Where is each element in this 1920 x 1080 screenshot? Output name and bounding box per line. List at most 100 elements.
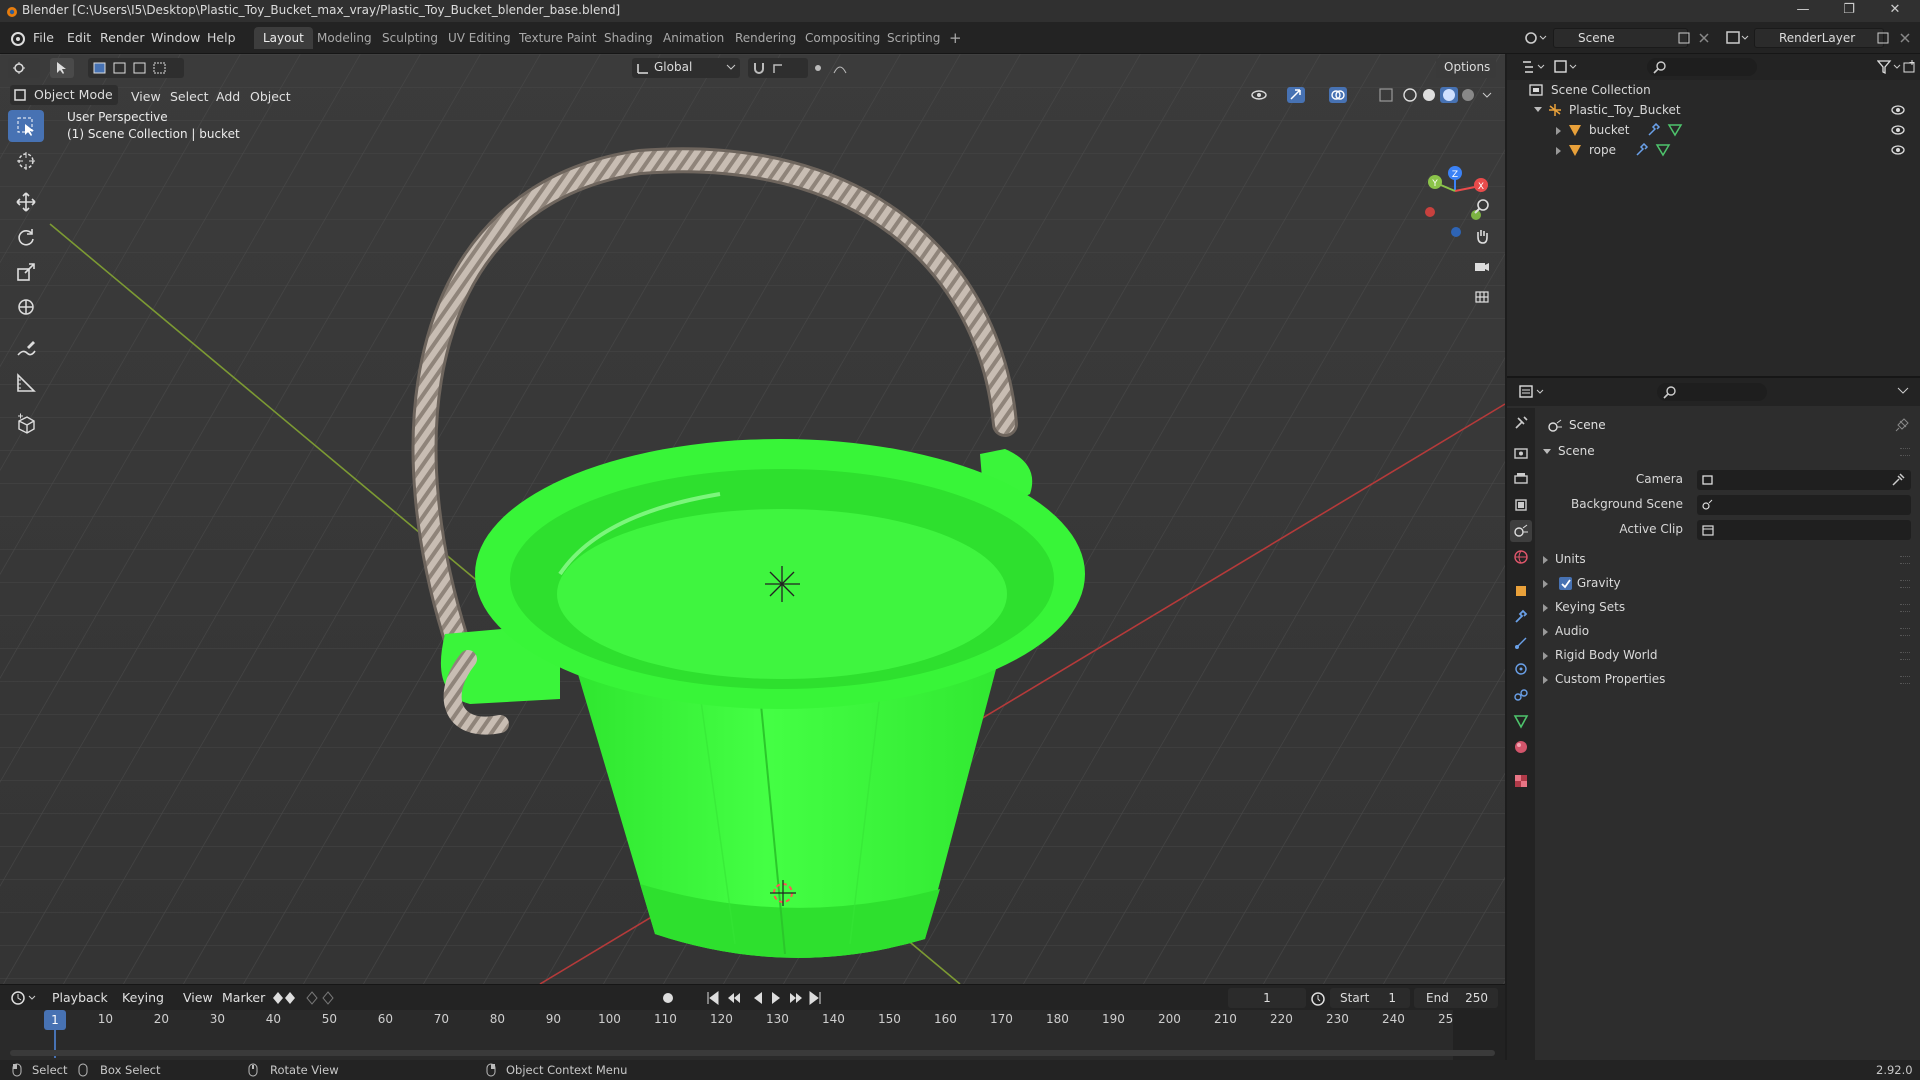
menu-help[interactable]: Help [200, 28, 243, 48]
renderlayer-name-field[interactable]: RenderLayer [1754, 28, 1884, 48]
tab-physics[interactable] [1510, 658, 1532, 680]
drag-handle-icon[interactable] [1900, 652, 1910, 660]
visibility-filter-icon[interactable] [1250, 87, 1278, 103]
delete-scene-icon[interactable] [1697, 31, 1711, 45]
menu-window[interactable]: Window [144, 28, 207, 48]
pivot-point-icon[interactable] [718, 59, 742, 77]
delete-renderlayer-icon[interactable] [1898, 31, 1912, 45]
expand-right-icon[interactable] [1555, 126, 1563, 136]
expand-down-icon[interactable] [1533, 106, 1543, 114]
renderlayer-selector-icon[interactable] [1725, 28, 1751, 48]
outliner-row-bucket[interactable]: bucket [1507, 120, 1920, 140]
visibility-eye-icon[interactable] [1890, 103, 1906, 117]
chevron-down-icon[interactable] [1897, 386, 1909, 396]
modifier-mesh-data-icons[interactable] [1647, 123, 1683, 137]
transform-tool[interactable] [8, 291, 44, 323]
select-box-tool[interactable] [8, 110, 44, 142]
zoom-icon[interactable] [1468, 192, 1496, 220]
visibility-eye-icon[interactable] [1890, 123, 1906, 137]
cursor-tool[interactable] [8, 145, 44, 177]
start-frame-field[interactable]: Start 1 [1330, 988, 1410, 1008]
panel-header-audio[interactable]: Audio [1543, 624, 1589, 638]
viewport-menu-object[interactable]: Object [244, 87, 297, 107]
outliner-row-scene-collection[interactable]: Scene Collection [1507, 80, 1920, 100]
overlays-toggle-icon[interactable] [1328, 86, 1362, 104]
display-mode-icon[interactable] [1553, 59, 1579, 75]
timeline-area[interactable]: 10 20 30 40 50 60 70 80 90 100 110 120 130 140 150 160 1… [0, 1010, 1505, 1060]
tab-object-data[interactable] [1510, 710, 1532, 732]
current-frame-field[interactable]: 1 [1228, 988, 1306, 1008]
tab-animation[interactable]: Animation [654, 27, 733, 49]
tab-texture-paint[interactable]: Texture Paint [510, 27, 605, 49]
tab-scene[interactable] [1510, 520, 1532, 542]
visibility-eye-icon[interactable] [1890, 143, 1906, 157]
tab-render[interactable] [1510, 442, 1532, 464]
tab-world[interactable] [1510, 546, 1532, 568]
scale-tool[interactable] [8, 256, 44, 288]
timeline-menu-view[interactable]: View [177, 988, 219, 1008]
tab-shading[interactable]: Shading [595, 27, 662, 49]
tab-constraints[interactable] [1510, 684, 1532, 706]
keyframe-icons[interactable] [272, 990, 344, 1006]
new-scene-icon[interactable] [1677, 31, 1691, 45]
panel-header-gravity[interactable]: Gravity [1543, 576, 1621, 590]
drag-handle-icon[interactable] [1900, 676, 1910, 684]
3d-viewport[interactable]: Z X Y User Perspective (1) Scene Collect… [0, 54, 1505, 984]
shading-modes-icon[interactable] [1400, 86, 1492, 104]
drag-handle-icon[interactable] [1900, 448, 1910, 456]
properties-search-input[interactable] [1657, 383, 1767, 401]
panel-header-keying-sets[interactable]: Keying Sets [1543, 600, 1625, 614]
tab-tool[interactable] [1510, 412, 1532, 434]
tab-uv-editing[interactable]: UV Editing [439, 27, 520, 49]
scene-selector-icon[interactable] [1523, 28, 1549, 48]
playhead-frame-indicator[interactable]: 1 [44, 1010, 66, 1030]
move-tool[interactable] [8, 186, 44, 218]
active-clip-field[interactable] [1697, 520, 1911, 540]
tab-particles[interactable] [1510, 632, 1532, 654]
timeline-menu-keying[interactable]: Keying [116, 988, 170, 1008]
timeline-scrollbar[interactable] [10, 1050, 1495, 1056]
outliner-row-rope[interactable]: rope [1507, 140, 1920, 160]
tab-scripting[interactable]: Scripting [878, 27, 949, 49]
tab-texture[interactable] [1510, 770, 1532, 792]
xray-toggle-icon[interactable] [1378, 87, 1394, 103]
panel-header-scene[interactable]: Scene [1543, 444, 1595, 458]
panel-header-rigid-body-world[interactable]: Rigid Body World [1543, 648, 1658, 662]
modifier-mesh-data-icons[interactable] [1635, 143, 1671, 157]
drag-handle-icon[interactable] [1900, 628, 1910, 636]
tab-compositing[interactable]: Compositing [796, 27, 889, 49]
tab-object[interactable] [1510, 580, 1532, 602]
outliner-search-input[interactable] [1647, 58, 1757, 76]
timeline-menu-playback[interactable]: Playback [46, 988, 114, 1008]
minimize-button[interactable]: — [1780, 0, 1826, 22]
menu-render[interactable]: Render [93, 28, 152, 48]
ortho-grid-icon[interactable] [1468, 282, 1496, 310]
tab-view-layer[interactable] [1510, 494, 1532, 516]
drag-handle-icon[interactable] [1900, 556, 1910, 564]
tab-material[interactable] [1510, 736, 1532, 758]
add-cube-tool[interactable] [8, 408, 44, 440]
drag-handle-icon[interactable] [1900, 580, 1910, 588]
outliner-row-collection[interactable]: Plastic_Toy_Bucket [1507, 100, 1920, 120]
viewport-menu-add[interactable]: Add [210, 87, 246, 107]
gizmo-toggle-icon[interactable] [1286, 86, 1320, 104]
camera-view-icon[interactable] [1468, 252, 1496, 280]
drag-handle-icon[interactable] [1900, 604, 1910, 612]
playback-controls-icon[interactable] [706, 990, 826, 1006]
viewport-menu-select[interactable]: Select [164, 87, 215, 107]
tab-layout[interactable]: Layout [254, 27, 313, 49]
viewport-menu-view[interactable]: View [125, 87, 167, 107]
measure-tool[interactable] [8, 367, 44, 399]
menu-file[interactable]: File [26, 28, 61, 48]
annotate-tool[interactable] [8, 332, 44, 364]
blender-menu-icon[interactable] [8, 29, 26, 47]
stopwatch-icon[interactable] [1310, 990, 1326, 1006]
tab-modifiers[interactable] [1510, 606, 1532, 628]
new-collection-icon[interactable] [1902, 59, 1918, 75]
record-icon[interactable] [660, 990, 690, 1006]
tab-output[interactable] [1510, 468, 1532, 490]
rotate-tool[interactable] [8, 221, 44, 253]
tab-sculpting[interactable]: Sculpting [373, 27, 447, 49]
new-renderlayer-icon[interactable] [1876, 31, 1890, 45]
camera-field[interactable] [1697, 470, 1911, 490]
